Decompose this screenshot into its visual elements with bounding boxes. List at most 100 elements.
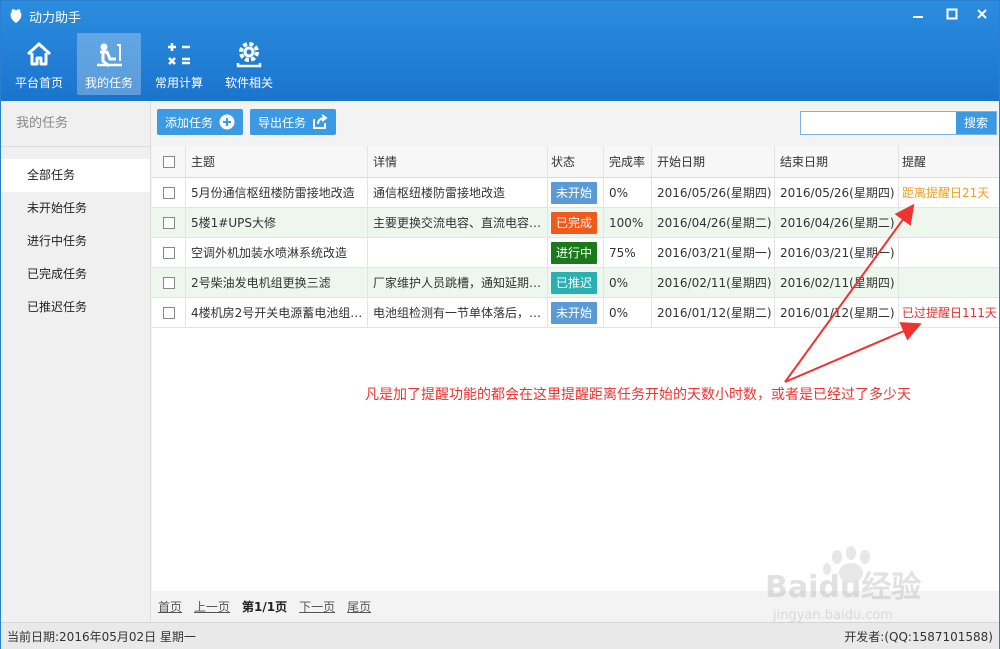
row-status-cell: 进行中 (548, 238, 604, 267)
watermark-text: Baidu经验 (765, 570, 921, 605)
row-rate: 0% (604, 298, 652, 327)
row-checkbox-cell[interactable] (152, 268, 186, 297)
row-detail: 主要更换交流电容、直流电容… (368, 208, 548, 237)
search-box: 搜索 (800, 111, 997, 135)
app-title-text: 动力助手 (29, 10, 82, 26)
row-reminder: 已过提醒日111天 (902, 306, 997, 320)
pager-first[interactable]: 首页 (158, 598, 182, 615)
row-status-cell: 已推迟 (548, 268, 604, 297)
maximize-button[interactable] (939, 5, 965, 23)
row-detail: 厂家维护人员跳槽，通知延期… (368, 268, 548, 297)
table-row[interactable]: 4楼机房2号开关电源蓄电池组… 电池组检测有一节单体落后，… 未开始 0% 20… (152, 298, 999, 328)
row-checkbox[interactable] (162, 246, 175, 259)
sidebar-item-in-progress[interactable]: 进行中任务 (1, 225, 150, 258)
row-checkbox-cell[interactable] (152, 208, 186, 237)
header-status[interactable]: 状态 (548, 146, 604, 177)
row-detail: 电池组检测有一节单体落后，… (368, 298, 548, 327)
plus-circle-icon (219, 114, 235, 130)
status-badge: 未开始 (551, 301, 598, 324)
row-checkbox[interactable] (162, 216, 175, 229)
export-task-button[interactable]: 导出任务 (250, 109, 337, 135)
row-checkbox-cell[interactable] (152, 178, 186, 207)
row-status-cell: 未开始 (548, 178, 604, 207)
table-header: 主题 详情 状态 完成率 开始日期 结束日期 提醒 (152, 146, 999, 178)
export-icon (313, 114, 328, 129)
calculator-icon (168, 43, 190, 65)
gear-icon (236, 42, 262, 68)
sidebar-item-not-started[interactable]: 未开始任务 (1, 192, 150, 225)
row-start-date: 2016/04/26(星期二) (652, 208, 775, 237)
current-date: 当前日期:2016年05月02日 星期一 (7, 629, 196, 644)
header-end-date[interactable]: 结束日期 (775, 146, 899, 177)
row-reminder: 距离提醒日21天 (902, 186, 990, 200)
row-checkbox[interactable] (162, 306, 175, 319)
add-task-button[interactable]: 添加任务 (157, 109, 244, 135)
row-end-date: 2016/03/21(星期一) (775, 238, 899, 267)
toolbar-home-label: 平台首页 (14, 76, 63, 90)
search-button[interactable]: 搜索 (956, 112, 996, 134)
row-start-date: 2016/05/26(星期四) (652, 178, 775, 207)
developer-info: 开发者:(QQ:1587101588) (844, 629, 993, 644)
row-checkbox[interactable] (162, 186, 175, 199)
home-icon (26, 42, 52, 66)
row-reminder (899, 208, 999, 237)
minimize-button[interactable] (905, 5, 931, 23)
table-row[interactable]: 5楼1#UPS大修 主要更换交流电容、直流电容… 已完成 100% 2016/0… (152, 208, 999, 238)
sidebar: 我的任务 全部任务 未开始任务 进行中任务 已完成任务 已推迟任务 (1, 101, 151, 621)
toolbar-calculator[interactable]: 常用计算 (147, 33, 211, 95)
toolbar-software[interactable]: 软件相关 (217, 33, 281, 95)
header-detail[interactable]: 详情 (368, 146, 548, 177)
task-table: 主题 详情 状态 完成率 开始日期 结束日期 提醒 5月份通信枢纽楼防雷接地改造… (152, 146, 999, 328)
row-start-date: 2016/03/21(星期一) (652, 238, 775, 267)
header-select-all[interactable] (152, 146, 186, 177)
sidebar-item-postponed[interactable]: 已推迟任务 (1, 291, 150, 324)
status-badge: 已推迟 (551, 271, 598, 294)
row-subject: 4楼机房2号开关电源蓄电池组… (186, 298, 368, 327)
watermark-url: jingyan.baidu.com (772, 608, 893, 623)
row-subject: 空调外机加装水喷淋系统改造 (186, 238, 368, 267)
add-task-label: 添加任务 (165, 115, 214, 130)
select-all-checkbox[interactable] (162, 155, 175, 168)
row-subject: 5月份通信枢纽楼防雷接地改造 (186, 178, 368, 207)
status-badge: 进行中 (551, 241, 598, 264)
sidebar-item-completed[interactable]: 已完成任务 (1, 258, 150, 291)
search-input[interactable] (801, 112, 955, 134)
pager-last[interactable]: 尾页 (347, 598, 371, 615)
toolbar-my-tasks[interactable]: 我的任务 (77, 33, 141, 95)
header-rate[interactable]: 完成率 (604, 146, 652, 177)
header-start-date[interactable]: 开始日期 (652, 146, 775, 177)
toolbar-software-label: 软件相关 (224, 76, 273, 90)
header-subject[interactable]: 主题 (186, 146, 368, 177)
table-row[interactable]: 2号柴油发电机组更换三滤 厂家维护人员跳槽，通知延期… 已推迟 0% 2016/… (152, 268, 999, 298)
row-end-date: 2016/02/11(星期四) (775, 268, 899, 297)
row-start-date: 2016/01/12(星期二) (652, 298, 775, 327)
status-bar: 当前日期:2016年05月02日 星期一 开发者:(QQ:1587101588) (1, 622, 999, 649)
close-button[interactable] (969, 5, 995, 23)
minimize-icon (913, 16, 923, 18)
pager-current: 第1/1页 (242, 599, 288, 614)
row-detail: 通信枢纽楼防雷接地改造 (368, 178, 548, 207)
table-row[interactable]: 空调外机加装水喷淋系统改造 进行中 75% 2016/03/21(星期一) 20… (152, 238, 999, 268)
row-rate: 100% (604, 208, 652, 237)
row-end-date: 2016/01/12(星期二) (775, 298, 899, 327)
row-end-date: 2016/05/26(星期四) (775, 178, 899, 207)
table-row[interactable]: 5月份通信枢纽楼防雷接地改造 通信枢纽楼防雷接地改造 未开始 0% 2016/0… (152, 178, 999, 208)
pager-next[interactable]: 下一页 (299, 598, 335, 615)
row-checkbox-cell[interactable] (152, 298, 186, 327)
row-checkbox-cell[interactable] (152, 238, 186, 267)
maximize-icon (946, 8, 958, 20)
row-end-date: 2016/04/26(星期二) (775, 208, 899, 237)
baidu-watermark: Baidu经验 jingyan.baidu.com (765, 546, 921, 623)
status-badge: 已完成 (551, 211, 598, 234)
row-rate: 0% (604, 178, 652, 207)
sidebar-item-all[interactable]: 全部任务 (1, 159, 150, 192)
row-status-cell: 已完成 (548, 208, 604, 237)
row-checkbox[interactable] (162, 276, 175, 289)
toolbar-calculator-label: 常用计算 (154, 76, 203, 90)
row-rate: 0% (604, 268, 652, 297)
status-badge: 未开始 (551, 181, 598, 204)
header-reminder[interactable]: 提醒 (899, 146, 999, 177)
main-panel: 添加任务 导出任务 搜索 主题 详情 状态 完成率 开始日期 结束日期 提醒 5… (152, 101, 999, 621)
toolbar-home[interactable]: 平台首页 (7, 33, 71, 95)
pager-prev[interactable]: 上一页 (194, 598, 230, 615)
